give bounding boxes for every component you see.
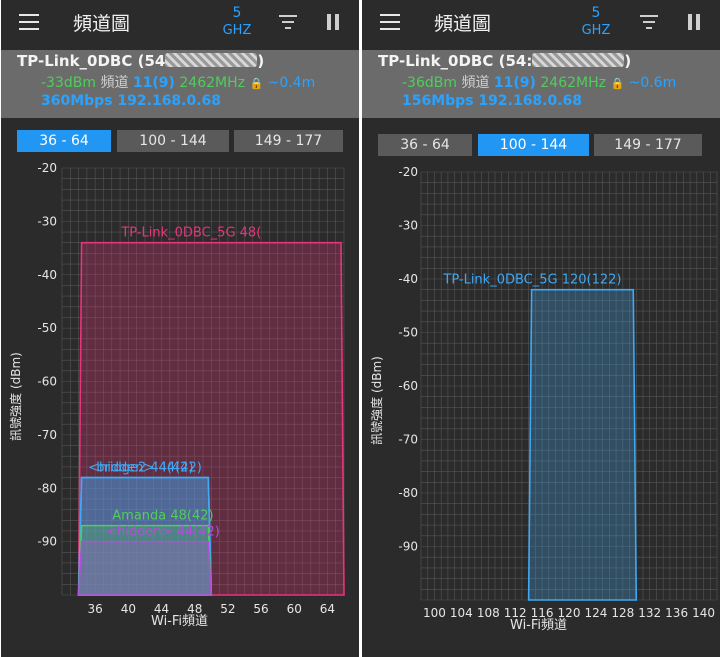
series-label: <hidden> 44(42)	[106, 525, 220, 540]
x-tick-label: 56	[253, 602, 268, 616]
ssid-text: TP-Link_0DBC	[17, 52, 133, 70]
x-tick-label: 100	[423, 606, 446, 620]
tab-36-64[interactable]: 36 - 64	[378, 134, 472, 156]
x-tick-label: 128	[611, 606, 634, 620]
connected-network-info[interactable]: TP-Link_0DBC (54:) -36dBm 頻道 11(9) 2462M…	[362, 50, 720, 118]
connection-details: -33dBm 頻道 11(9) 2462MHz 🔒 ~0.4m	[41, 72, 315, 92]
masked-bssid	[532, 53, 625, 67]
top-app-bar: 頻道圖 5 GHZ	[1, 0, 359, 50]
band-value: 5	[232, 5, 242, 21]
speed-ip: 360Mbps 192.168.0.68	[41, 93, 222, 109]
channel-chart: -20 -30 -40 -50 -60 -70 -80 -90 100 104 108 112 116 1…	[398, 165, 720, 620]
x-tick-label: 52	[220, 602, 235, 616]
x-tick-label: 112	[504, 606, 527, 620]
y-tick-label: -40	[398, 272, 418, 286]
x-tick-label: 104	[450, 606, 473, 620]
x-tick-label: 40	[121, 602, 136, 616]
series-label: bridge2 44(42)	[96, 461, 193, 476]
tab-149-177[interactable]: 149 - 177	[234, 130, 343, 152]
y-tick-label: -40	[37, 268, 57, 282]
connected-ssid: TP-Link_0DBC (54)	[17, 52, 264, 70]
x-tick-label: 116	[531, 606, 554, 620]
y-tick-label: -60	[398, 379, 418, 393]
connection-details: -36dBm 頻道 11(9) 2462MHz 🔒 ~0.6m	[402, 72, 676, 92]
y-tick-label: -90	[37, 535, 57, 549]
frequency: 2462MHz	[179, 75, 245, 91]
band-unit: GHZ	[222, 23, 252, 38]
x-tick-label: 120	[558, 606, 581, 620]
x-tick-label: 108	[477, 606, 500, 620]
y-tick-label: -70	[398, 433, 418, 447]
channel-value: 11(9)	[132, 75, 175, 91]
y-tick-label: -60	[37, 375, 57, 389]
y-tick-label: -20	[398, 165, 418, 179]
page-title: 頻道圖	[434, 13, 492, 35]
channel-graph-screen-right: 頻道圖 5 GHZ TP-Link_0DBC (54:) -36dBm 頻道 1…	[362, 0, 720, 657]
connected-ssid: TP-Link_0DBC (54:)	[378, 52, 631, 70]
masked-bssid	[165, 53, 258, 67]
x-tick-label: 60	[287, 602, 302, 616]
x-tick-label: 36	[88, 602, 103, 616]
y-tick-label: -80	[398, 486, 418, 500]
signal-area-0	[527, 288, 638, 601]
x-tick-label: 64	[320, 602, 335, 616]
y-tick-label: -90	[398, 540, 418, 554]
channel-graph-screen-left: 頻道圖 5 GHZ TP-Link_0DBC (54) -33dBm 頻道 11…	[1, 0, 359, 657]
menu-icon[interactable]	[380, 14, 400, 30]
bssid-prefix: (54	[137, 52, 166, 70]
filter-icon[interactable]	[640, 15, 658, 31]
connected-network-info[interactable]: TP-Link_0DBC (54) -33dBm 頻道 11(9) 2462MH…	[1, 50, 359, 118]
signal-strength: -36dBm	[402, 75, 457, 91]
series-label: TP-Link_0DBC_5G 120(122)	[442, 273, 621, 288]
y-tick-label: -50	[37, 321, 57, 335]
y-tick-label: -70	[37, 428, 57, 442]
lock-icon: 🔒	[610, 77, 625, 90]
signal-area-4	[77, 540, 213, 596]
page-title: 頻道圖	[73, 13, 131, 35]
y-tick-label: -20	[37, 161, 57, 175]
channel-chart: -20 -30 -40 -50 -60 -70 -80 -90 36 40 44 48 52 56 60 64…	[37, 161, 345, 616]
x-tick-label: 44	[154, 602, 169, 616]
distance: ~0.4m	[267, 75, 316, 91]
band-unit: GHZ	[581, 23, 611, 38]
bssid-suffix: )	[257, 52, 265, 70]
bssid-prefix: (54:	[498, 52, 533, 70]
tab-149-177[interactable]: 149 - 177	[594, 134, 702, 156]
channel-label: 頻道	[100, 75, 129, 91]
ssid-text: TP-Link_0DBC	[378, 52, 494, 70]
speed-ip: 156Mbps 192.168.0.68	[402, 93, 583, 109]
tab-100-144[interactable]: 100 - 144	[478, 134, 589, 156]
x-tick-label: 136	[665, 606, 688, 620]
top-app-bar: 頻道圖 5 GHZ	[362, 0, 720, 50]
lock-icon: 🔒	[249, 77, 264, 90]
y-tick-label: -30	[398, 219, 418, 233]
y-tick-label: -50	[398, 326, 418, 340]
bssid-suffix: )	[624, 52, 632, 70]
x-tick-label: 140	[692, 606, 715, 620]
signal-strength: -33dBm	[41, 75, 96, 91]
pause-icon[interactable]	[327, 14, 341, 30]
y-tick-label: -30	[37, 214, 57, 228]
channel-value: 11(9)	[493, 75, 536, 91]
pause-icon[interactable]	[688, 14, 702, 30]
frequency: 2462MHz	[540, 75, 606, 91]
channel-label: 頻道	[461, 75, 490, 91]
x-tick-label: 132	[638, 606, 661, 620]
band-toggle-button[interactable]: 5 GHZ	[571, 4, 621, 40]
tab-36-64[interactable]: 36 - 64	[17, 130, 111, 152]
distance: ~0.6m	[628, 75, 677, 91]
menu-icon[interactable]	[19, 14, 39, 30]
tab-100-144[interactable]: 100 - 144	[117, 130, 229, 152]
y-tick-label: -80	[37, 481, 57, 495]
band-toggle-button[interactable]: 5 GHZ	[212, 4, 262, 40]
band-value: 5	[591, 5, 601, 21]
x-tick-label: 48	[187, 602, 202, 616]
filter-icon[interactable]	[279, 15, 297, 31]
series-label: TP-Link_0DBC_5G 48(	[120, 226, 261, 241]
x-tick-label: 124	[584, 606, 607, 620]
series-label: Amanda 48(42)	[112, 509, 213, 524]
